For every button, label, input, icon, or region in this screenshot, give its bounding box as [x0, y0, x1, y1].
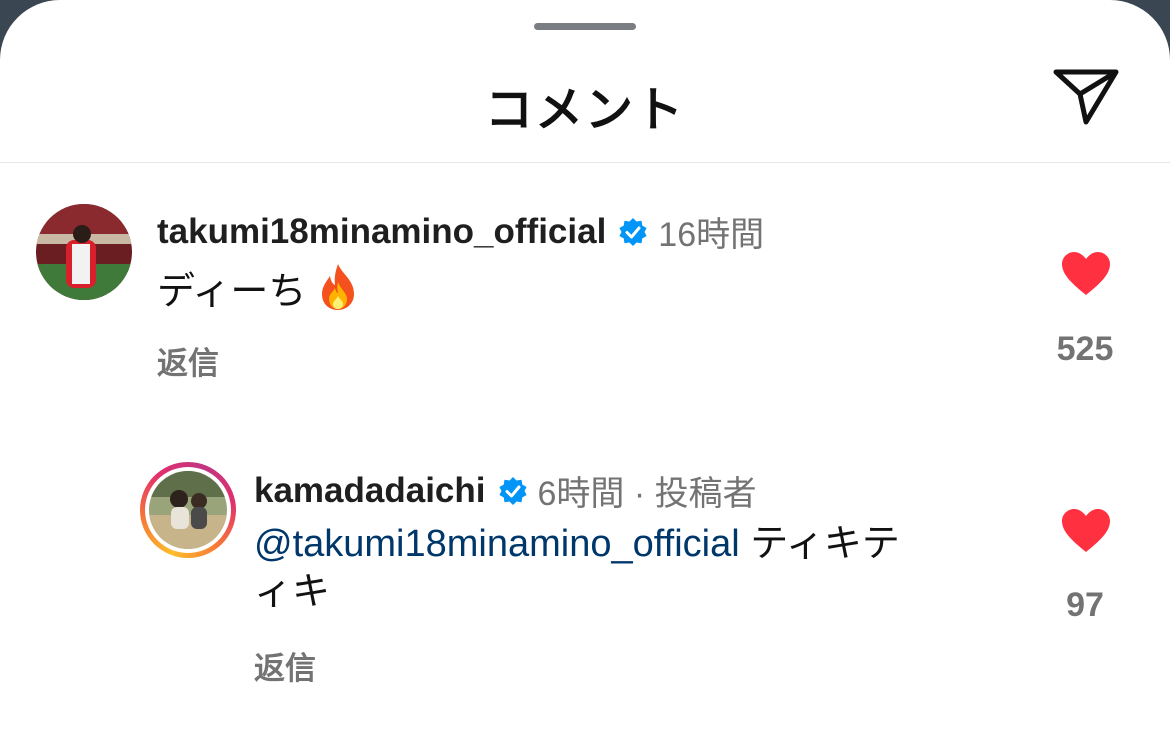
comment-body-continued: ィキ [254, 571, 331, 613]
fire-emoji-icon [322, 264, 355, 310]
comment-body: ティキテ [739, 523, 900, 565]
heart-icon[interactable] [1061, 508, 1111, 554]
like-count: 525 [1056, 330, 1114, 368]
comments-sheet: コメント takumi18minamino_official 16時間 ディーち [0, 0, 1170, 752]
comment-body: ディーち [157, 271, 307, 313]
username-text[interactable]: takumi18minamino_official [157, 212, 606, 252]
verified-badge-icon [498, 476, 527, 505]
comment-username[interactable]: kamadadaichi 6時間 · 投稿者 [254, 466, 757, 515]
header-divider [0, 162, 1170, 163]
paper-plane-icon[interactable] [1050, 64, 1122, 128]
avatar[interactable] [36, 204, 132, 300]
page-title: コメント [484, 84, 685, 137]
mention-link[interactable]: @takumi18minamino_official [254, 523, 740, 565]
story-ring[interactable] [140, 462, 236, 558]
comment-username[interactable]: takumi18minamino_official 16時間 [157, 207, 764, 256]
sheet-grabber[interactable] [534, 23, 636, 30]
comment-text: @takumi18minamino_official ティキテ ィキ [254, 520, 1014, 616]
heart-icon[interactable] [1061, 251, 1111, 297]
comment-time: 16時間 [658, 216, 765, 254]
username-text[interactable]: kamadadaichi [254, 471, 486, 511]
verified-badge-icon [619, 217, 647, 246]
avatar[interactable] [149, 471, 227, 549]
reply-button[interactable]: 返信 [157, 338, 219, 383]
comment-text: ディーち [157, 262, 360, 316]
reply-button[interactable]: 返信 [254, 643, 316, 688]
comment-time: 6時間 · 投稿者 [537, 475, 757, 513]
like-count: 97 [1066, 586, 1104, 624]
